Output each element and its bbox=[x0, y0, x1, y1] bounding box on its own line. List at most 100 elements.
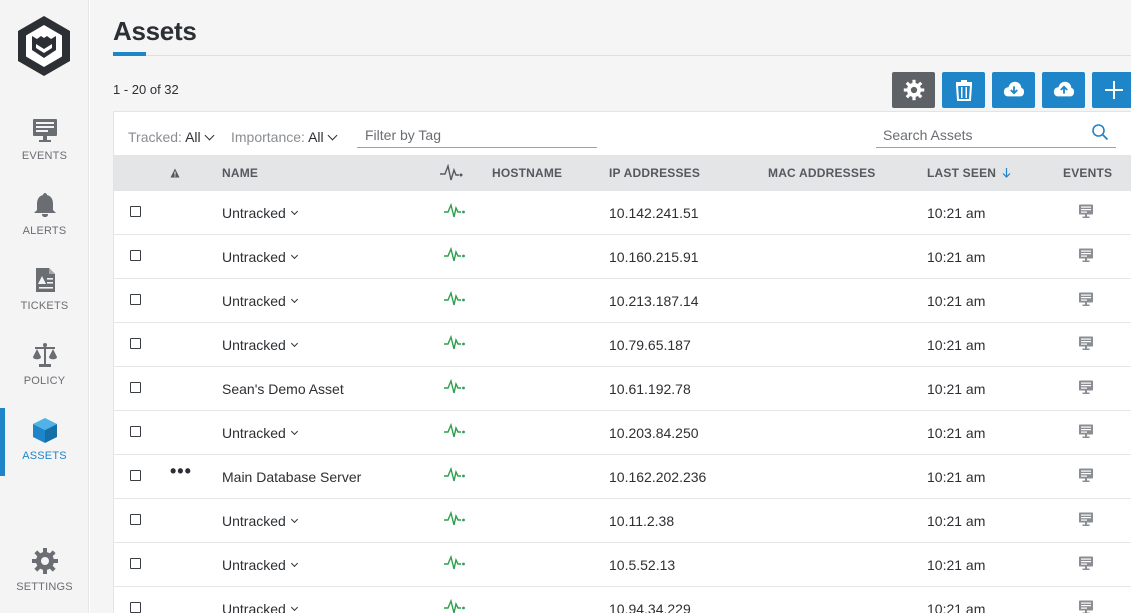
logo-icon[interactable] bbox=[15, 14, 73, 78]
pulse-icon[interactable] bbox=[440, 164, 464, 182]
sidebar-item-tickets[interactable]: TICKETS bbox=[0, 266, 89, 312]
monitor-icon[interactable] bbox=[1078, 379, 1094, 395]
search-assets-input[interactable] bbox=[876, 122, 1116, 148]
row-checkbox[interactable] bbox=[130, 514, 141, 525]
importance-filter[interactable]: Importance: All bbox=[231, 129, 338, 145]
pulse-icon[interactable] bbox=[444, 555, 466, 571]
toolbar bbox=[892, 72, 1131, 108]
tracked-filter[interactable]: Tracked: All bbox=[128, 129, 215, 145]
monitor-icon[interactable] bbox=[1078, 599, 1094, 613]
row-checkbox[interactable] bbox=[130, 250, 141, 261]
row-checkbox[interactable] bbox=[130, 206, 141, 217]
monitor-icon[interactable] bbox=[1078, 467, 1094, 483]
asset-name-link[interactable]: Sean's Demo Asset bbox=[222, 381, 344, 397]
chevron-down-icon bbox=[290, 207, 298, 215]
add-asset-button[interactable] bbox=[1092, 72, 1131, 108]
column-header-events[interactable]: EVENTS bbox=[1063, 166, 1112, 180]
last-seen: 10:21 am bbox=[927, 337, 986, 353]
sidebar-item-label: POLICY bbox=[23, 375, 66, 387]
ticket-icon bbox=[35, 268, 55, 292]
page-title: Assets bbox=[113, 16, 197, 46]
pulse-icon[interactable] bbox=[444, 467, 466, 483]
asset-name-dropdown[interactable]: Untracked bbox=[222, 513, 298, 529]
monitor-icon[interactable] bbox=[1078, 555, 1094, 571]
sidebar-item-label: ALERTS bbox=[22, 225, 67, 237]
sidebar-item-assets[interactable]: ASSETS bbox=[0, 416, 89, 462]
monitor-icon[interactable] bbox=[1078, 247, 1094, 263]
sidebar-item-policy[interactable]: POLICY bbox=[0, 341, 89, 387]
row-checkbox[interactable] bbox=[130, 382, 141, 393]
ip-address: 10.61.192.78 bbox=[609, 381, 691, 397]
cloud-upload-icon bbox=[1053, 81, 1074, 97]
monitor-icon[interactable] bbox=[1078, 335, 1094, 351]
filter-by-tag-input[interactable] bbox=[357, 122, 597, 148]
table-row[interactable]: Untracked 10.79.65.187 10:21 am bbox=[114, 323, 1131, 367]
table-row[interactable]: Untracked 10.94.34.229 10:21 am bbox=[114, 587, 1131, 613]
pulse-icon[interactable] bbox=[444, 291, 466, 307]
column-header-hostname[interactable]: HOSTNAME bbox=[492, 166, 562, 180]
table-row[interactable]: Untracked 10.11.2.38 10:21 am bbox=[114, 499, 1131, 543]
monitor-icon[interactable] bbox=[1078, 291, 1094, 307]
ip-address: 10.5.52.13 bbox=[609, 557, 676, 573]
column-header-ip[interactable]: IP ADDRESSES bbox=[609, 166, 700, 180]
asset-name-dropdown[interactable]: Untracked bbox=[222, 557, 298, 573]
table-row[interactable]: Sean's Demo Asset 10.61.192.78 10:21 am bbox=[114, 367, 1131, 411]
last-seen: 10:21 am bbox=[927, 293, 986, 309]
monitor-icon[interactable] bbox=[1078, 511, 1094, 527]
pulse-icon[interactable] bbox=[444, 247, 466, 263]
pulse-icon[interactable] bbox=[444, 335, 466, 351]
pulse-icon[interactable] bbox=[444, 599, 466, 613]
delete-button[interactable] bbox=[942, 72, 985, 108]
download-button[interactable] bbox=[992, 72, 1035, 108]
pulse-icon[interactable] bbox=[444, 423, 466, 439]
asset-name-dropdown[interactable]: Untracked bbox=[222, 601, 298, 613]
row-checkbox[interactable] bbox=[130, 294, 141, 305]
ip-address: 10.79.65.187 bbox=[609, 337, 691, 353]
row-checkbox[interactable] bbox=[130, 470, 141, 481]
warning-icon[interactable] bbox=[170, 168, 180, 178]
sidebar-item-label: EVENTS bbox=[21, 150, 68, 162]
pulse-icon[interactable] bbox=[444, 203, 466, 219]
column-header-mac[interactable]: MAC ADDRESSES bbox=[768, 166, 876, 180]
sidebar: EVENTS ALERTS TICKETS POLICY ASSETS SETT… bbox=[0, 0, 89, 613]
upload-button[interactable] bbox=[1042, 72, 1085, 108]
asset-name: Untracked bbox=[222, 205, 286, 221]
table-row[interactable]: ••• Main Database Server 10.162.202.236 … bbox=[114, 455, 1131, 499]
asset-name-dropdown[interactable]: Untracked bbox=[222, 293, 298, 309]
asset-name: Untracked bbox=[222, 601, 286, 613]
table-row[interactable]: Untracked 10.142.241.51 10:21 am bbox=[114, 191, 1131, 235]
row-checkbox[interactable] bbox=[130, 338, 141, 349]
table-row[interactable]: Untracked 10.203.84.250 10:21 am bbox=[114, 411, 1131, 455]
asset-name: Main Database Server bbox=[222, 469, 362, 485]
table-row[interactable]: Untracked 10.160.215.91 10:21 am bbox=[114, 235, 1131, 279]
asset-name: Untracked bbox=[222, 337, 286, 353]
asset-name-dropdown[interactable]: Untracked bbox=[222, 205, 298, 221]
asset-name-dropdown[interactable]: Untracked bbox=[222, 337, 298, 353]
row-checkbox[interactable] bbox=[130, 558, 141, 569]
importance-filter-value: All bbox=[308, 129, 324, 145]
asset-name-dropdown[interactable]: Untracked bbox=[222, 249, 298, 265]
settings-button[interactable] bbox=[892, 72, 935, 108]
monitor-icon[interactable] bbox=[1078, 203, 1094, 219]
sidebar-item-alerts[interactable]: ALERTS bbox=[0, 191, 89, 237]
column-header-name[interactable]: NAME bbox=[222, 166, 258, 180]
search-icon[interactable] bbox=[1091, 123, 1109, 141]
column-header-last-seen[interactable]: LAST SEEN bbox=[927, 166, 1011, 180]
pulse-icon[interactable] bbox=[444, 511, 466, 527]
pulse-icon[interactable] bbox=[444, 379, 466, 395]
more-options-icon[interactable]: ••• bbox=[170, 461, 192, 482]
row-checkbox[interactable] bbox=[130, 426, 141, 437]
last-seen: 10:21 am bbox=[927, 249, 986, 265]
chevron-down-icon bbox=[290, 295, 298, 303]
table-row[interactable]: Untracked 10.5.52.13 10:21 am bbox=[114, 543, 1131, 587]
tracked-filter-value: All bbox=[185, 129, 201, 145]
asset-name: Untracked bbox=[222, 557, 286, 573]
asset-name-link[interactable]: Main Database Server bbox=[222, 469, 361, 485]
sidebar-item-settings[interactable]: SETTINGS bbox=[0, 547, 89, 593]
chevron-down-icon bbox=[290, 515, 298, 523]
monitor-icon[interactable] bbox=[1078, 423, 1094, 439]
asset-name-dropdown[interactable]: Untracked bbox=[222, 425, 298, 441]
sidebar-item-events[interactable]: EVENTS bbox=[0, 116, 89, 162]
table-row[interactable]: Untracked 10.213.187.14 10:21 am bbox=[114, 279, 1131, 323]
row-checkbox[interactable] bbox=[130, 602, 141, 613]
